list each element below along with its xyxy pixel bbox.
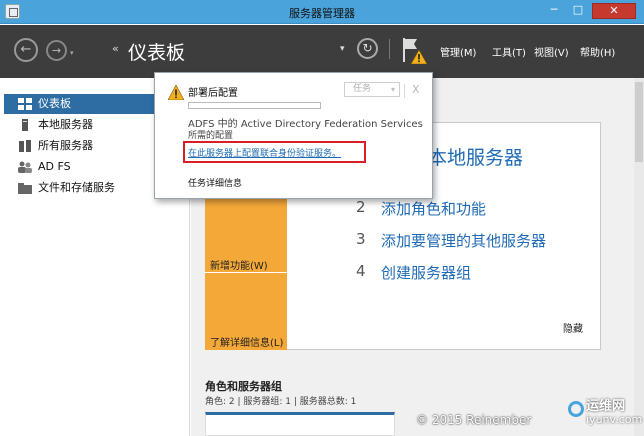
- progress-bar: [188, 102, 321, 109]
- task-details-link[interactable]: 任务详细信息: [188, 176, 242, 189]
- hide-link[interactable]: 隐藏: [563, 320, 583, 335]
- adfs-users-icon: [18, 161, 32, 173]
- configure-local-server-link[interactable]: 本地服务器: [428, 143, 523, 170]
- chevron-down-icon: ▾: [390, 85, 395, 94]
- maximize-button[interactable]: □: [567, 3, 589, 19]
- role-tile[interactable]: [205, 412, 395, 436]
- add-roles-features-link[interactable]: 添加角色和功能: [381, 198, 486, 219]
- logo-text-cn: 运维网: [586, 399, 626, 414]
- add-other-servers-link[interactable]: 添加要管理的其他服务器: [381, 230, 546, 251]
- sidebar-item-label: 仪表板: [38, 97, 71, 110]
- logo-mark-icon: [568, 401, 584, 417]
- title-bar: 服务器管理器 ─ □ ✕: [0, 0, 644, 24]
- divider: [389, 39, 390, 59]
- watermark-logo: 运维网 iyunv.com: [566, 395, 643, 433]
- step-number: 3: [356, 230, 366, 248]
- divider: [404, 84, 405, 98]
- dashboard-icon: [18, 98, 32, 110]
- chevron-down-icon[interactable]: ▾: [340, 44, 345, 54]
- page-title: 仪表板: [128, 42, 186, 64]
- logo-text-en: iyunv.com: [586, 413, 643, 426]
- roles-summary: 角色: 2 | 服务器组: 1 | 服务器总数: 1: [205, 397, 357, 407]
- step-number: 4: [356, 262, 366, 280]
- configure-federation-link[interactable]: 在此服务器上配置联合身份验证服务。: [188, 146, 341, 159]
- new-features-link[interactable]: 新增功能(W): [210, 257, 268, 272]
- menu-manage[interactable]: 管理(M): [440, 44, 476, 59]
- notification-title: 部署后配置: [188, 88, 238, 99]
- forward-button[interactable]: →: [46, 40, 67, 61]
- close-button[interactable]: ✕: [592, 3, 636, 19]
- notification-description-2: 所需的配置: [188, 131, 234, 141]
- menu-help[interactable]: 帮助(H): [580, 44, 615, 59]
- warning-icon: [168, 85, 184, 100]
- divider: [205, 272, 287, 273]
- step-number: 2: [356, 198, 366, 216]
- watermark-text: © 2015 Reinember: [416, 413, 532, 427]
- dismiss-button[interactable]: X: [412, 83, 420, 96]
- task-dropdown[interactable]: 任务 ▾: [344, 82, 400, 97]
- learn-more-link[interactable]: 了解详细信息(L): [210, 334, 283, 349]
- refresh-button[interactable]: ↻: [357, 38, 378, 59]
- scrollbar-thumb[interactable]: [635, 82, 643, 162]
- minimize-button[interactable]: ─: [544, 3, 564, 19]
- all-servers-icon: [19, 140, 31, 152]
- menu-tools[interactable]: 工具(T): [492, 44, 526, 59]
- task-dropdown-label: 任务: [353, 84, 372, 94]
- command-bar: ← → ▾ ‹‹ 仪表板 ▾ ↻ 管理(M) 工具(T) 视图(V) 帮助(H): [0, 25, 644, 78]
- back-button[interactable]: ←: [14, 38, 38, 62]
- local-server-icon: [22, 119, 28, 131]
- sidebar-item-label: 文件和存储服务: [38, 181, 115, 194]
- sidebar-item-label: 所有服务器: [38, 139, 93, 152]
- roles-section-title: 角色和服务器组: [205, 380, 282, 393]
- notification-popup: 部署后配置 任务 ▾ X ADFS 中的 Active Directory Fe…: [154, 72, 433, 199]
- file-storage-icon: [18, 183, 32, 194]
- create-server-group-link[interactable]: 创建服务器组: [381, 262, 471, 283]
- sidebar-item-label: AD FS: [38, 160, 71, 173]
- breadcrumb-arrows-icon: ‹‹: [112, 42, 119, 55]
- notification-flag-icon[interactable]: [401, 36, 427, 64]
- vertical-scrollbar[interactable]: [634, 78, 644, 436]
- menu-view[interactable]: 视图(V): [534, 44, 569, 59]
- sidebar-item-label: 本地服务器: [38, 118, 93, 131]
- history-dropdown-icon[interactable]: ▾: [70, 49, 74, 57]
